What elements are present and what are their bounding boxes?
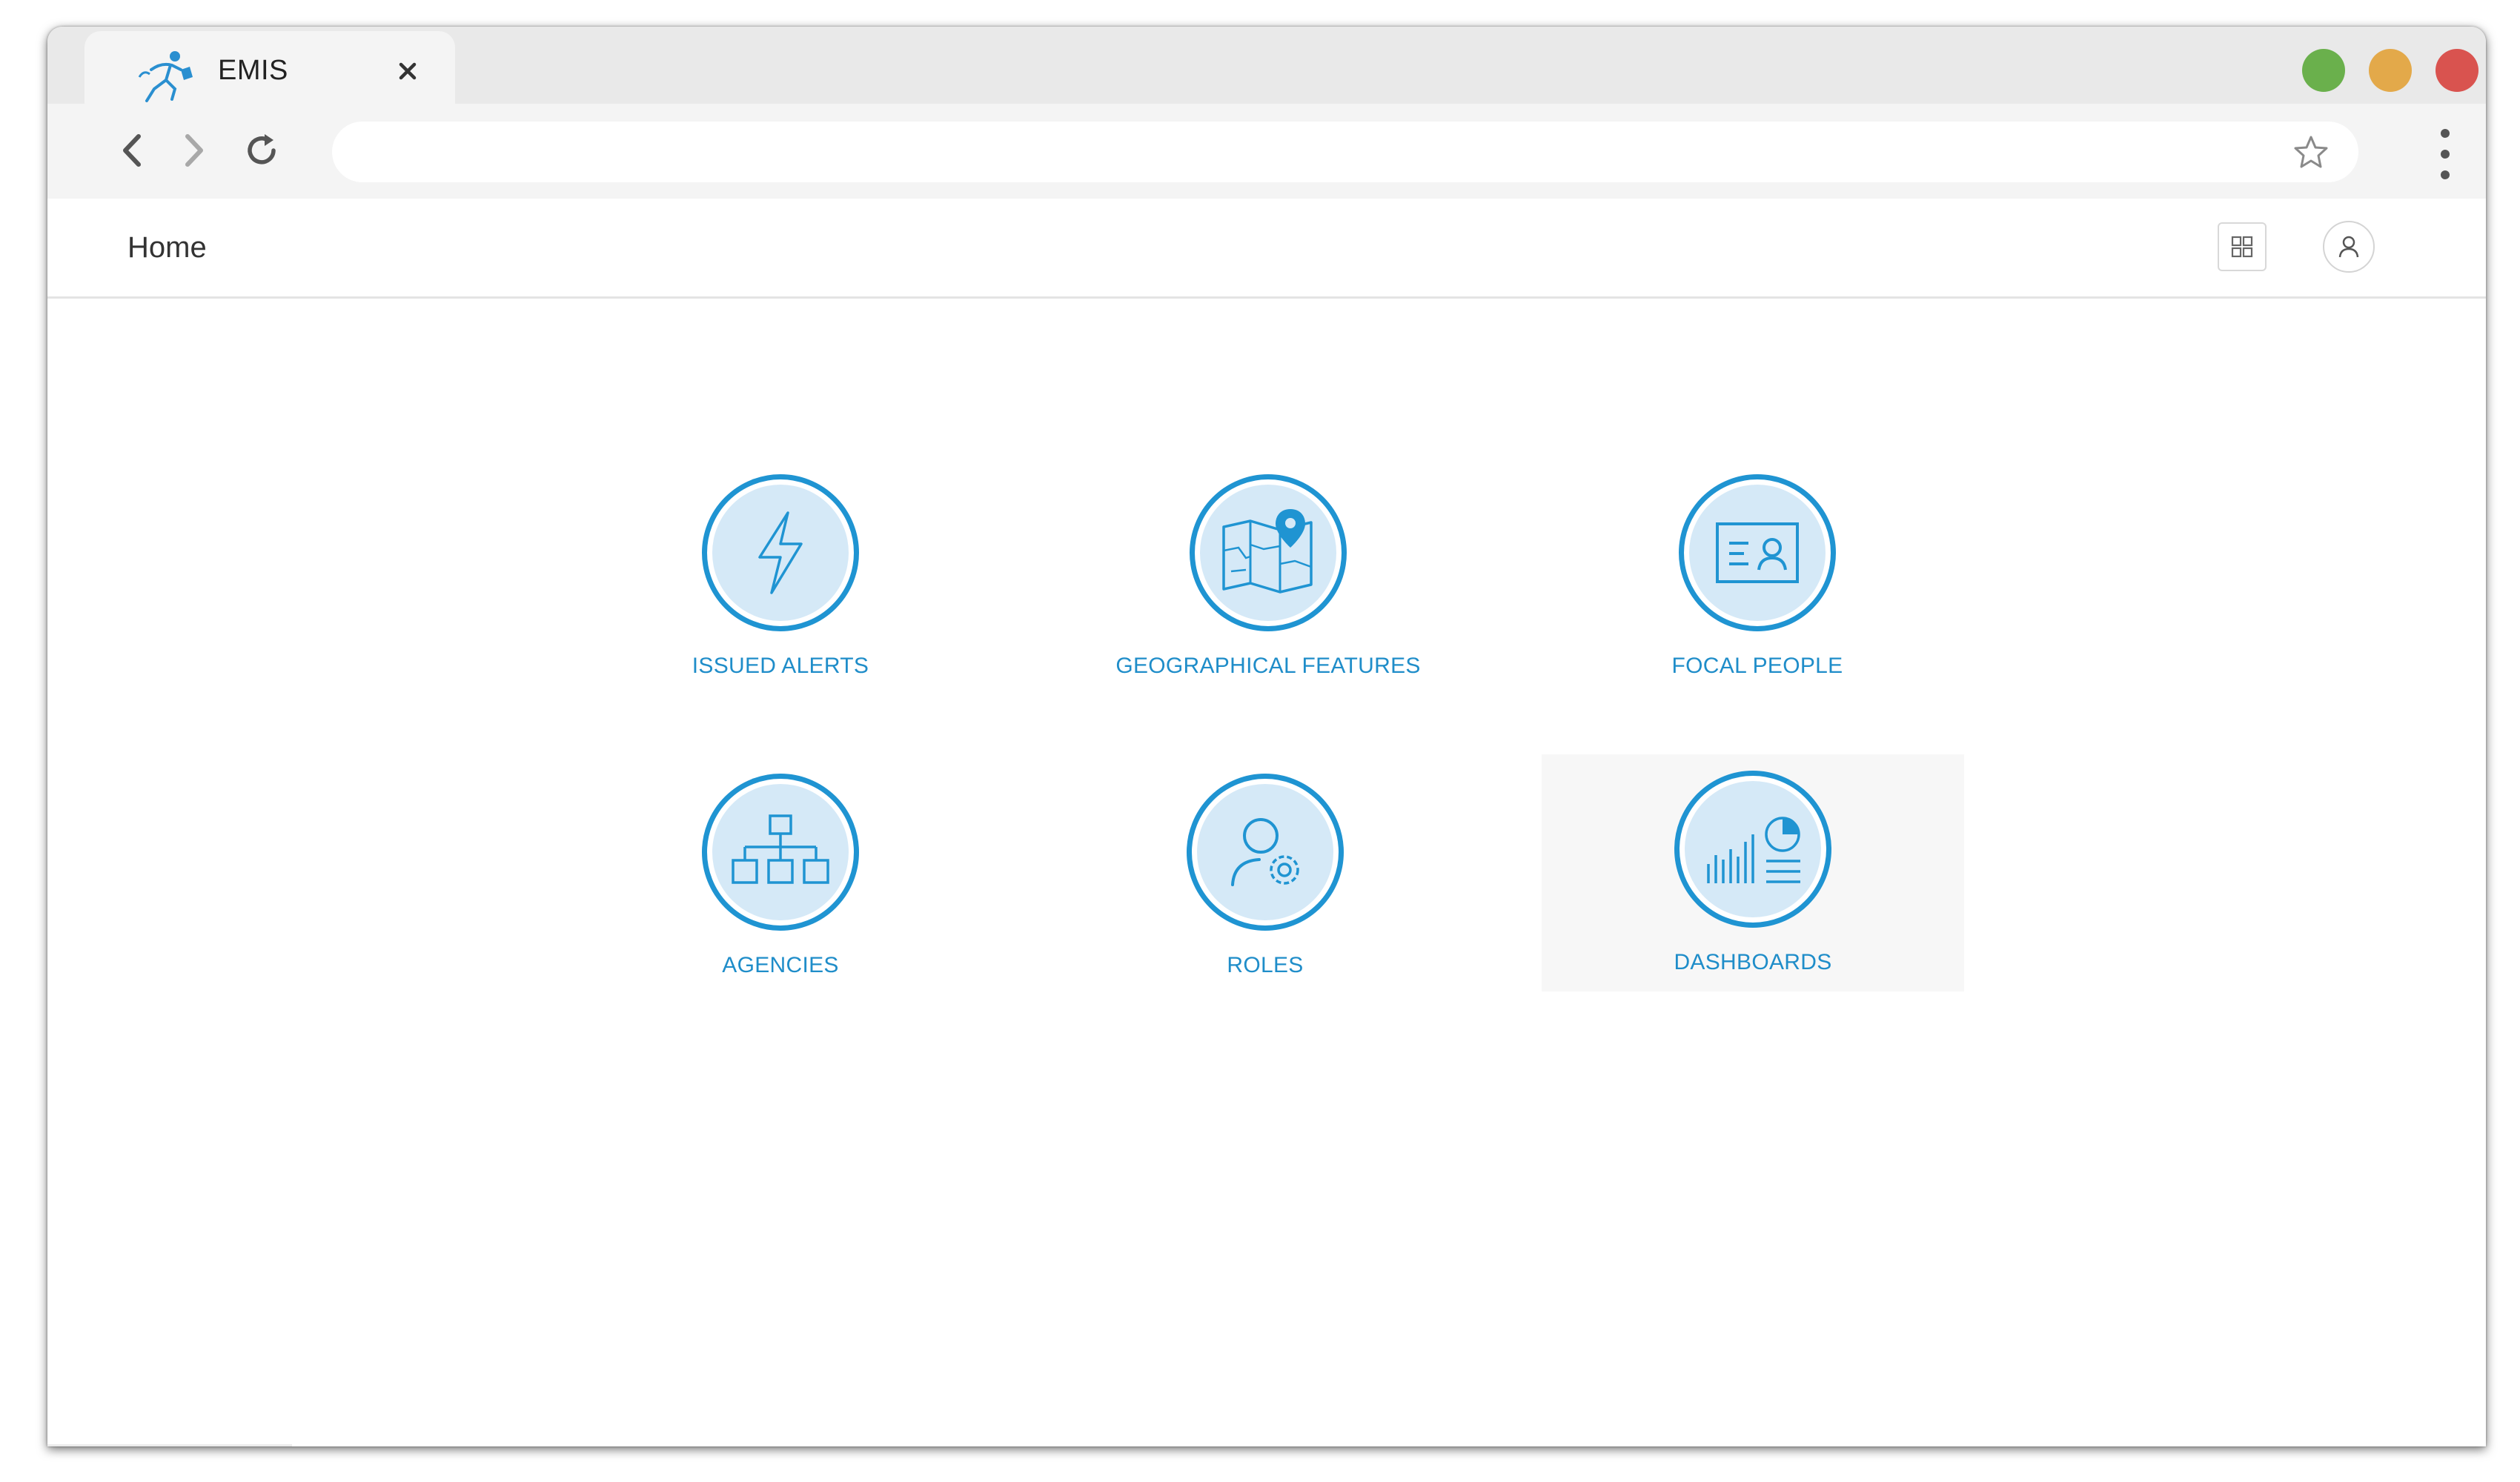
reload-button[interactable] bbox=[237, 126, 286, 175]
tile-label: ROLES bbox=[1227, 953, 1304, 977]
tab-close-button[interactable] bbox=[388, 52, 427, 90]
divider bbox=[47, 1444, 292, 1446]
tile-icon-ring bbox=[1187, 774, 1344, 931]
tile-icon-ring bbox=[1679, 474, 1836, 631]
app-header: Home bbox=[47, 199, 2486, 299]
tile-icon-ring bbox=[702, 774, 859, 931]
tile-roles[interactable]: ROLES bbox=[1054, 774, 1476, 1011]
user-settings-icon bbox=[1231, 818, 1299, 886]
tile-label: DASHBOARDS bbox=[1674, 950, 1832, 974]
tile-label: FOCAL PEOPLE bbox=[1671, 654, 1843, 678]
forward-button[interactable] bbox=[169, 126, 218, 175]
tab-title: EMIS bbox=[218, 55, 288, 86]
tile-dashboards[interactable]: DASHBOARDS bbox=[1542, 754, 1964, 991]
tab-strip: EMIS bbox=[47, 27, 2486, 105]
emis-logo-icon bbox=[138, 51, 193, 102]
back-button[interactable] bbox=[108, 126, 157, 175]
address-bar[interactable] bbox=[332, 122, 2358, 182]
chevron-right-icon bbox=[185, 134, 203, 167]
menu-dot-icon bbox=[2441, 150, 2450, 159]
map-icon bbox=[1222, 509, 1313, 594]
user-profile-button[interactable] bbox=[2323, 221, 2375, 273]
reload-icon bbox=[248, 134, 276, 165]
tile-issued-alerts[interactable]: ISSUED ALERTS bbox=[569, 474, 992, 711]
browser-menu-button[interactable] bbox=[2428, 123, 2462, 185]
tile-icon-ring bbox=[1190, 474, 1347, 631]
close-icon bbox=[399, 62, 417, 80]
id-card-icon bbox=[1716, 522, 1799, 583]
tile-focal-people[interactable]: FOCAL PEOPLE bbox=[1546, 474, 1969, 711]
browser-window: EMIS Home ISSUED ALERTS GEOGRAPHICAL FEA… bbox=[47, 27, 2486, 1446]
lightning-icon bbox=[758, 511, 803, 594]
window-close-button[interactable] bbox=[2436, 49, 2478, 92]
grid-icon bbox=[2231, 236, 2253, 258]
chevron-left-icon bbox=[123, 134, 141, 167]
tile-agencies[interactable]: AGENCIES bbox=[569, 774, 992, 1011]
chart-icon bbox=[1707, 817, 1800, 883]
window-minimize-button[interactable] bbox=[2302, 49, 2345, 92]
apps-grid-button[interactable] bbox=[2218, 222, 2267, 271]
menu-dot-icon bbox=[2441, 129, 2450, 138]
tile-icon-ring bbox=[1674, 771, 1831, 928]
bookmark-star-icon[interactable] bbox=[2292, 133, 2330, 172]
browser-tab[interactable]: EMIS bbox=[84, 31, 455, 105]
window-maximize-button[interactable] bbox=[2369, 49, 2412, 92]
org-chart-icon bbox=[732, 814, 829, 884]
menu-dot-icon bbox=[2441, 170, 2450, 179]
tile-label: ISSUED ALERTS bbox=[692, 654, 869, 678]
tile-icon-ring bbox=[702, 474, 859, 631]
tile-label: GEOGRAPHICAL FEATURES bbox=[1115, 654, 1421, 678]
tile-label: AGENCIES bbox=[722, 953, 839, 977]
browser-toolbar bbox=[47, 104, 2486, 199]
tile-geographical-features[interactable]: GEOGRAPHICAL FEATURES bbox=[1057, 474, 1479, 711]
user-icon bbox=[2338, 236, 2359, 258]
page-title: Home bbox=[127, 231, 207, 264]
